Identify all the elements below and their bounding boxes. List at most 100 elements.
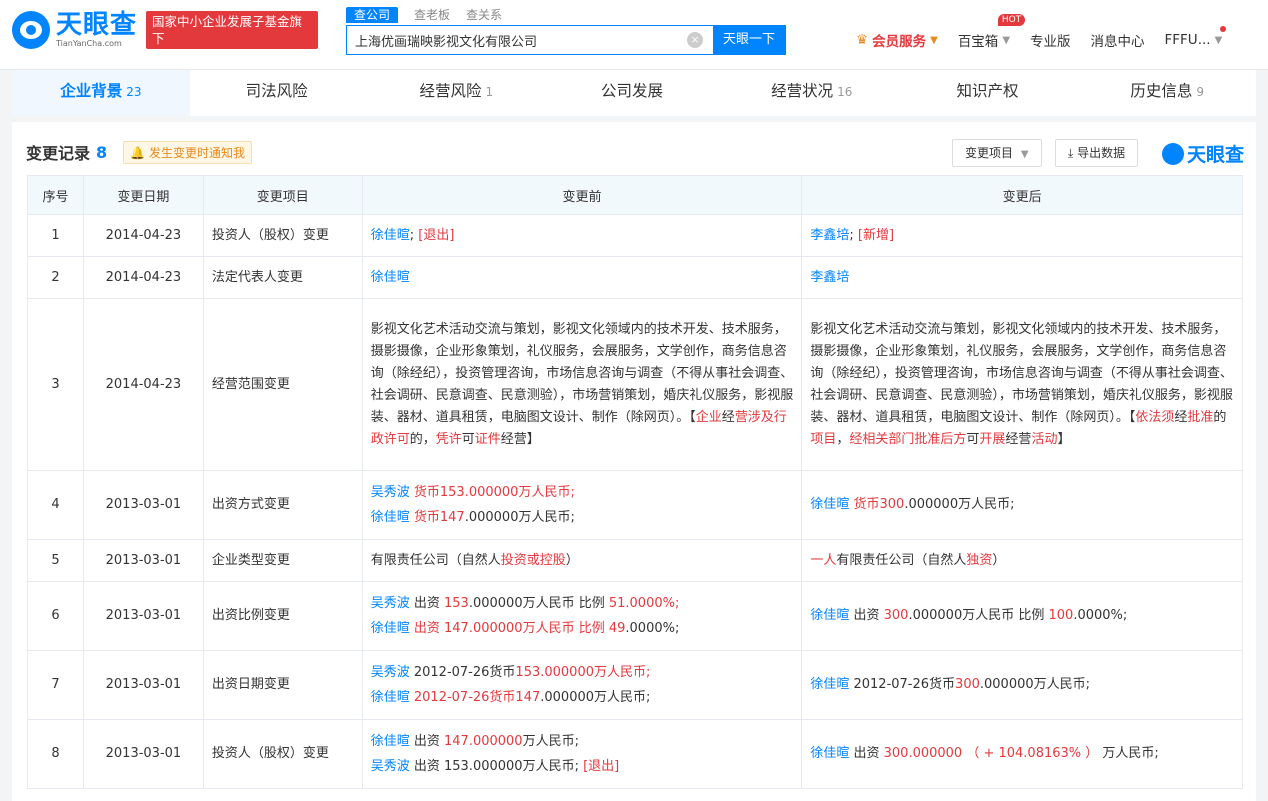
export-data-button[interactable]: ⤓ 导出数据 — [1055, 139, 1139, 167]
notify-on-change-button[interactable]: 🔔 发生变更时通知我 — [123, 140, 252, 164]
col-header-after: 变更后 — [801, 175, 1243, 215]
filter-label: 变更项目 — [965, 146, 1014, 160]
table-body: 1 2014-04-23 投资人（股权）变更 徐佳暄; [退出] 李鑫培; [新增] 2 2… — [27, 214, 1243, 789]
tab-business-status[interactable]: 经营状况 16 — [723, 70, 901, 116]
tab-label: 司法风险 — [245, 82, 308, 100]
cell-before: 吴秀波 出资 153.000000万人民币 比例 51.0000%; 徐佳暄 出资… — [361, 581, 803, 651]
text-segment: 的 — [1213, 409, 1227, 425]
person-link[interactable]: 徐佳暄 — [371, 690, 410, 705]
change-records-panel: 变更记录 8 🔔 发生变更时通知我 变更项目 ▼ ⤓ 导出数据 天眼查 序号 变… — [12, 122, 1256, 801]
tab-business-risk[interactable]: 经营风险 1 — [367, 70, 545, 116]
cell-after: 李鑫培; [新增] — [801, 214, 1243, 257]
table-row: 5 2013-03-01 企业类型变更 有限责任公司（自然人投资或控股） 一人有限责任公… — [27, 539, 1243, 582]
change-line: 影视文化艺术活动交流与策划，影视文化领域内的技术开发、技术服务，摄影摄像，企业形… — [371, 319, 794, 451]
changed-text: 货币147 — [413, 509, 465, 525]
tab-history-info[interactable]: 历史信息 9 — [1078, 70, 1256, 116]
person-link[interactable]: 徐佳暄 — [810, 746, 849, 761]
eye-logo-icon — [1162, 142, 1184, 165]
right-nav: ♛ 会员服务 ▼ HOT 百宝箱 ▼ 专业版 消息中心 FFFU... ▼ — [856, 14, 1242, 50]
cell-before: 影视文化艺术活动交流与策划，影视文化领域内的技术开发、技术服务，摄影摄像，企业形… — [361, 298, 803, 471]
search-tab-company[interactable]: 查公司 — [346, 7, 399, 23]
change-line: 吴秀波 出资 153.000000万人民币; [退出] — [371, 756, 794, 778]
search-tab-relation[interactable]: 查关系 — [466, 7, 502, 23]
site-logo[interactable]: 天眼查 TianYanCha.com — [12, 11, 137, 49]
cell-date: 2013-03-01 — [82, 581, 204, 651]
text-segment: ） — [565, 552, 579, 568]
export-label: 导出数据 — [1077, 146, 1126, 160]
person-link[interactable]: 徐佳暄 — [371, 734, 410, 749]
person-link[interactable]: 吴秀波 — [371, 596, 410, 611]
changed-text: 2012-07-26货币147 — [413, 689, 541, 705]
user-menu[interactable]: FFFU... ▼ — [1164, 26, 1227, 50]
toolbox-menu[interactable]: HOT 百宝箱 ▼ — [958, 14, 1026, 50]
text-segment: 】 — [1057, 431, 1071, 447]
tab-company-background[interactable]: 企业背景 23 — [12, 70, 190, 116]
cell-date: 2014-04-23 — [82, 256, 204, 299]
changed-text: 一人 — [810, 552, 837, 568]
text-segment: .000000万人民币 比例 — [908, 608, 1049, 623]
change-line: 徐佳暄; [退出] — [371, 225, 794, 247]
person-link[interactable]: 徐佳暄 — [371, 228, 410, 243]
changed-text: 300 — [883, 608, 909, 623]
tab-label: 公司发展 — [601, 82, 664, 100]
notification-dot — [1220, 26, 1227, 32]
table-row: 3 2014-04-23 经营范围变更 影视文化艺术活动交流与策划，影视文化领域内的技… — [27, 298, 1243, 471]
cell-before: 徐佳暄; [退出] — [361, 214, 803, 257]
tab-company-development[interactable]: 公司发展 — [545, 70, 723, 116]
cell-date: 2013-03-01 — [82, 719, 204, 789]
top-bar: 天眼查 TianYanCha.com 国家中小企业发展子基金旗下 官方备案企业征… — [0, 0, 1268, 70]
changed-text: 凭许 — [435, 431, 462, 447]
changed-text: 经相关部门批准后方 — [849, 431, 967, 447]
person-link[interactable]: 徐佳暄 — [810, 677, 849, 692]
text-segment: .000000万人民币 比例 — [468, 595, 609, 611]
record-count: 8 — [96, 142, 108, 162]
table-row: 7 2013-03-01 出资日期变更 吴秀波 2012-07-26货币153.000… — [27, 650, 1243, 720]
person-link[interactable]: 吴秀波 — [371, 485, 410, 500]
text-segment: ） — [992, 552, 1006, 568]
cell-date: 2014-04-23 — [82, 298, 204, 471]
changed-text: 出资 147.000000万人民币 比例 49 — [413, 620, 626, 636]
tab-intellectual-property[interactable]: 知识产权 — [901, 70, 1079, 116]
cell-no: 4 — [27, 470, 84, 540]
search-tab-boss[interactable]: 查老板 — [414, 7, 450, 23]
search-input[interactable] — [347, 26, 687, 54]
search-button[interactable]: 天眼一下 — [713, 26, 785, 54]
change-line: 徐佳暄 2012-07-26货币147.000000万人民币; — [371, 687, 794, 709]
person-link[interactable]: 徐佳暄 — [371, 510, 410, 525]
change-item-filter[interactable]: 变更项目 ▼ — [952, 139, 1042, 167]
table-row: 6 2013-03-01 出资比例变更 吴秀波 出资 153.000000万人民币 比… — [27, 581, 1243, 651]
changed-text: 51.0000%; — [608, 595, 680, 611]
cell-item: 企业类型变更 — [202, 539, 363, 582]
person-link[interactable]: 徐佳暄 — [810, 497, 849, 512]
cell-date: 2013-03-01 — [82, 470, 204, 540]
user-name: FFFU... — [1164, 32, 1211, 48]
cell-before: 有限责任公司（自然人投资或控股） — [361, 539, 803, 582]
pro-version-link[interactable]: 专业版 — [1030, 30, 1071, 50]
vip-service-menu[interactable]: ♛ 会员服务 ▼ — [856, 30, 938, 50]
person-link[interactable]: 吴秀波 — [371, 759, 410, 774]
text-segment: ; — [849, 227, 858, 243]
official-banner: 国家中小企业发展子基金旗下 官方备案企业征信机构 — [146, 11, 318, 63]
caret-down-icon: ▼ — [1214, 34, 1223, 46]
person-link[interactable]: 吴秀波 — [371, 665, 410, 680]
cell-after: 一人有限责任公司（自然人独资） — [801, 539, 1243, 582]
person-link[interactable]: 徐佳暄 — [371, 270, 410, 285]
cell-before: 徐佳暄 出资 147.000000万人民币; 吴秀波 出资 153.000000万… — [361, 719, 803, 789]
clear-icon[interactable]: × — [687, 32, 703, 48]
person-link[interactable]: 徐佳暄 — [371, 621, 410, 636]
message-center-link[interactable]: 消息中心 — [1091, 30, 1145, 50]
person-link[interactable]: 徐佳暄 — [810, 608, 849, 623]
person-link[interactable]: 李鑫培 — [810, 270, 849, 285]
text-segment: 万人民币; — [522, 733, 579, 749]
text-segment: 出资 — [849, 746, 884, 761]
caret-down-icon: ▼ — [1002, 34, 1011, 46]
cell-after: 徐佳暄 出资 300.000000 （ + 104.08163% ） 万人民币; — [801, 719, 1243, 789]
person-link[interactable]: 李鑫培 — [810, 228, 849, 243]
text-segment: 经 — [1174, 409, 1188, 425]
tab-judicial-risk[interactable]: 司法风险 — [190, 70, 368, 116]
change-line: 徐佳暄 出资 300.000000 （ + 104.08163% ） 万人民币; — [810, 743, 1234, 765]
text-segment: .000000万人民币; — [904, 497, 1015, 512]
change-line: 李鑫培; [新增] — [810, 225, 1234, 247]
text-segment: 出资 — [409, 733, 444, 749]
cell-no: 7 — [27, 650, 84, 720]
